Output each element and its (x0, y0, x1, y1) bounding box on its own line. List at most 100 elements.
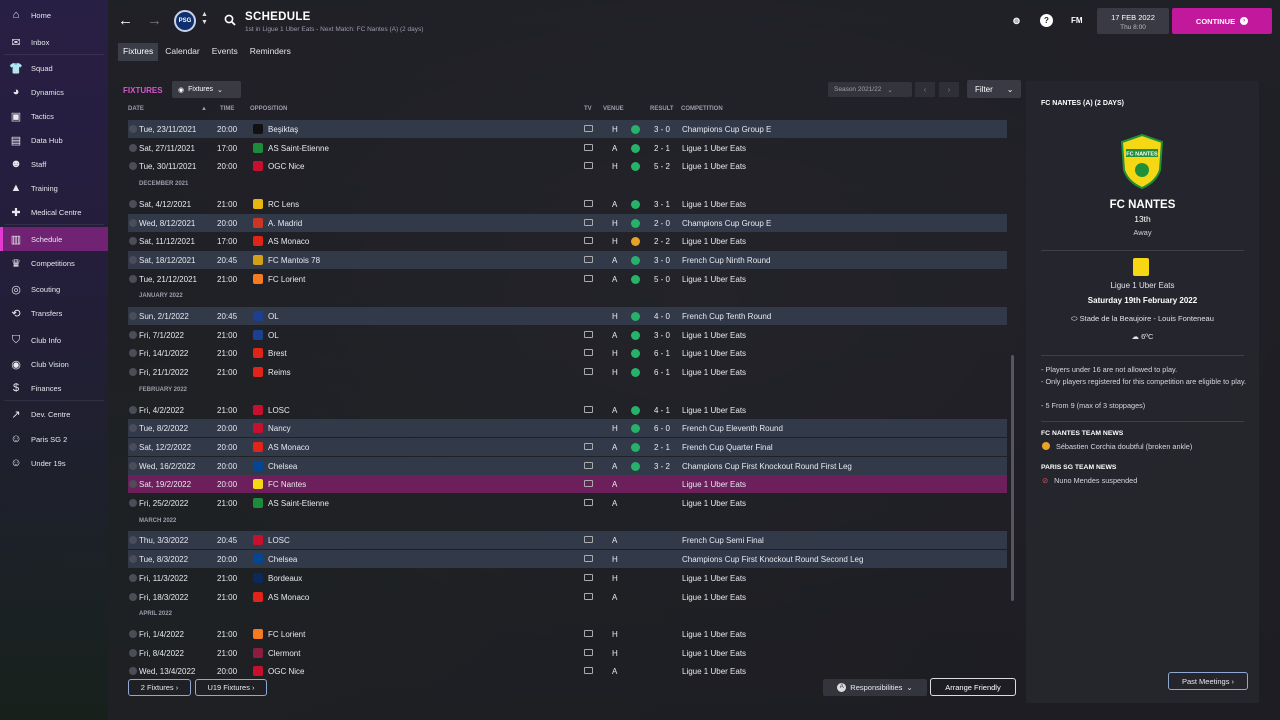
fixture-row[interactable]: Tue, 21/12/2021 21:00 FC Lorient A 5 - 0 Ligu… (128, 270, 1007, 288)
fixture-row[interactable]: Fri, 21/1/2022 21:00 Reims H 6 - 1 Ligue 1 Ub… (128, 363, 1007, 381)
fixture-opponent[interactable]: OGC Nice (268, 162, 304, 171)
club-badge[interactable]: PSG (174, 10, 196, 32)
fixture-opponent[interactable]: AS Saint-Etienne (268, 499, 329, 508)
sidebar-item-tactics[interactable]: ▣ Tactics (0, 104, 108, 128)
fixture-competition[interactable]: Ligue 1 Uber Eats (682, 574, 746, 583)
opponent-name[interactable]: FC NANTES (1026, 199, 1259, 211)
fixture-opponent[interactable]: Reims (268, 368, 291, 377)
fixture-row[interactable]: Tue, 8/2/2022 20:00 Nancy H 6 - 0 French Cup … (128, 419, 1007, 438)
fixture-opponent[interactable]: OGC Nice (268, 667, 304, 676)
fixture-competition[interactable]: Ligue 1 Uber Eats (682, 406, 746, 415)
fixture-competition[interactable]: Ligue 1 Uber Eats (682, 200, 746, 209)
fixture-row[interactable]: Fri, 4/2/2022 21:00 LOSC A 4 - 1 Ligue 1 Uber… (128, 401, 1007, 419)
club-switch-icon[interactable]: ▲ ▼ (201, 11, 208, 27)
fixture-opponent[interactable]: FC Nantes (268, 480, 306, 489)
date-display[interactable]: 17 FEB 2022 Thu 8:00 (1097, 8, 1169, 34)
own-news-item[interactable]: ⊘ Nuno Mendes suspended (1042, 475, 1252, 487)
opponent-news-item[interactable]: Sébastien Corchia doubtful (broken ankle… (1042, 441, 1252, 453)
fixture-opponent[interactable]: Chelsea (268, 555, 297, 564)
fixture-row[interactable]: Sat, 27/11/2021 17:00 AS Saint-Etienne A 2 -… (128, 139, 1007, 157)
fixture-competition[interactable]: French Cup Ninth Round (682, 256, 771, 265)
column-date[interactable]: DATE (128, 106, 144, 112)
sidebar-item-schedule[interactable]: ▥ Schedule (0, 227, 108, 251)
fixture-opponent[interactable]: AS Monaco (268, 443, 309, 452)
fixture-competition[interactable]: Ligue 1 Uber Eats (682, 649, 746, 658)
fixture-row[interactable]: Sat, 12/2/2022 20:00 AS Monaco A 2 - 1 French… (128, 437, 1007, 456)
past-meetings-button[interactable]: Past Meetings › (1168, 672, 1248, 690)
sidebar-item-staff[interactable]: ☻ Staff (0, 152, 108, 176)
fixture-row[interactable]: Fri, 11/3/2022 21:00 Bordeaux H Ligue 1 Uber… (128, 569, 1007, 587)
column-time[interactable]: TIME (220, 106, 234, 112)
fixture-competition[interactable]: French Cup Semi Final (682, 536, 764, 545)
sidebar-item-under-19s[interactable]: ☺ Under 19s (0, 451, 108, 475)
fixture-row[interactable]: Wed, 13/4/2022 20:00 OGC Nice A Ligue 1 Uber… (128, 662, 1007, 680)
fixture-opponent[interactable]: FC Lorient (268, 630, 305, 639)
fixture-competition[interactable]: Ligue 1 Uber Eats (682, 499, 746, 508)
column-venue[interactable]: VENUE (603, 106, 624, 112)
fixture-row[interactable]: Fri, 14/1/2022 21:00 Brest H 6 - 1 Ligue 1 Ub… (128, 344, 1007, 362)
fixture-row[interactable]: Wed, 8/12/2021 20:00 A. Madrid H 2 - 0 Champi… (128, 213, 1007, 232)
column-result[interactable]: RESULT (650, 106, 674, 112)
fixture-competition[interactable]: Ligue 1 Uber Eats (682, 667, 746, 676)
fixture-opponent[interactable]: AS Monaco (268, 237, 309, 246)
tab-calendar[interactable]: Calendar (160, 43, 205, 61)
world-icon[interactable]: ◍ (1010, 14, 1023, 27)
fixture-opponent[interactable]: OL (268, 331, 279, 340)
tab-reminders[interactable]: Reminders (245, 43, 296, 61)
fixture-opponent[interactable]: FC Mantois 78 (268, 256, 320, 265)
fixture-opponent[interactable]: LOSC (268, 406, 290, 415)
fixture-opponent[interactable]: OL (268, 312, 279, 321)
fixture-row[interactable]: Tue, 23/11/2021 20:00 Beşiktaş H 3 - 0 Champi… (128, 120, 1007, 138)
forward-arrow-icon[interactable]: → (147, 12, 162, 29)
fm-logo[interactable]: FM (1071, 16, 1083, 25)
fixture-row[interactable]: Fri, 8/4/2022 21:00 Clermont H Ligue 1 Uber … (128, 644, 1007, 662)
fixture-row[interactable]: Tue, 30/11/2021 20:00 OGC Nice H 5 - 2 Ligue … (128, 157, 1007, 175)
2-fixtures-button[interactable]: 2 Fixtures › (128, 679, 191, 696)
fixture-competition[interactable]: Ligue 1 Uber Eats (682, 480, 746, 489)
fixture-competition[interactable]: Ligue 1 Uber Eats (682, 162, 746, 171)
season-select[interactable]: Season 2021/22 ⌄ (828, 82, 912, 97)
tab-events[interactable]: Events (207, 43, 243, 61)
sidebar-item-club-vision[interactable]: ◉ Club Vision (0, 352, 108, 376)
sidebar-item-home[interactable]: ⌂ Home (0, 3, 108, 27)
fixture-row[interactable]: Thu, 3/3/2022 20:45 LOSC A French Cup Semi F… (128, 531, 1007, 550)
fixture-competition[interactable]: Ligue 1 Uber Eats (682, 275, 746, 284)
fixture-competition[interactable]: Ligue 1 Uber Eats (682, 630, 746, 639)
fixture-opponent[interactable]: Nancy (268, 424, 291, 433)
fixture-competition[interactable]: Ligue 1 Uber Eats (682, 368, 746, 377)
fixture-opponent[interactable]: LOSC (268, 536, 290, 545)
fixture-row[interactable]: Sat, 18/12/2021 20:45 FC Mantois 78 A 3 - 0 F… (128, 250, 1007, 269)
column-opposition[interactable]: OPPOSITION (250, 106, 287, 112)
sidebar-item-training[interactable]: ▲ Training (0, 176, 108, 200)
sidebar-item-squad[interactable]: 👕 Squad (0, 56, 108, 80)
fixture-opponent[interactable]: Brest (268, 349, 287, 358)
sidebar-item-finances[interactable]: $ Finances (0, 376, 108, 400)
fixture-competition[interactable]: Champions Cup Group E (682, 219, 771, 228)
fixture-opponent[interactable]: AS Saint-Etienne (268, 144, 329, 153)
fixture-competition[interactable]: French Cup Eleventh Round (682, 424, 783, 433)
sidebar-item-inbox[interactable]: ✉ Inbox (0, 30, 108, 54)
sidebar-item-competitions[interactable]: ♛ Competitions (0, 251, 108, 275)
fixture-opponent[interactable]: A. Madrid (268, 219, 302, 228)
sidebar-item-data-hub[interactable]: ▤ Data Hub (0, 128, 108, 152)
fixture-competition[interactable]: Ligue 1 Uber Eats (682, 349, 746, 358)
sidebar-item-transfers[interactable]: ⟲ Transfers (0, 301, 108, 325)
fixture-row[interactable]: Sat, 11/12/2021 17:00 AS Monaco H 2 - 2 Ligue… (128, 232, 1007, 250)
fixture-opponent[interactable]: Clermont (268, 649, 300, 658)
fixture-row[interactable]: Sat, 4/12/2021 21:00 RC Lens A 3 - 1 Ligue 1 … (128, 195, 1007, 213)
fixture-opponent[interactable]: Beşiktaş (268, 125, 298, 134)
fixture-competition[interactable]: Champions Cup First Knockout Round First… (682, 462, 852, 471)
fixture-competition[interactable]: French Cup Tenth Round (682, 312, 771, 321)
responsibilities-button[interactable]: A Responsibilities ⌄ (823, 679, 927, 696)
column-tv[interactable]: TV (584, 106, 592, 112)
help-icon[interactable]: ? (1040, 14, 1053, 27)
fixtures-view-select[interactable]: ◉ Fixtures ⌄ (172, 81, 241, 98)
sidebar-item-scouting[interactable]: ◎ Scouting (0, 277, 108, 301)
continue-button[interactable]: CONTINUE › (1172, 8, 1272, 34)
fixture-row[interactable]: Fri, 25/2/2022 21:00 AS Saint-Etienne A Ligu… (128, 494, 1007, 512)
prev-season-button[interactable]: ‹ (915, 82, 935, 97)
arrange-friendly-button[interactable]: Arrange Friendly (930, 678, 1016, 696)
tab-fixtures[interactable]: Fixtures (118, 43, 159, 61)
fixture-competition[interactable]: Ligue 1 Uber Eats (682, 331, 746, 340)
fixture-row[interactable]: Fri, 18/3/2022 21:00 AS Monaco A Ligue 1 Ube… (128, 588, 1007, 606)
